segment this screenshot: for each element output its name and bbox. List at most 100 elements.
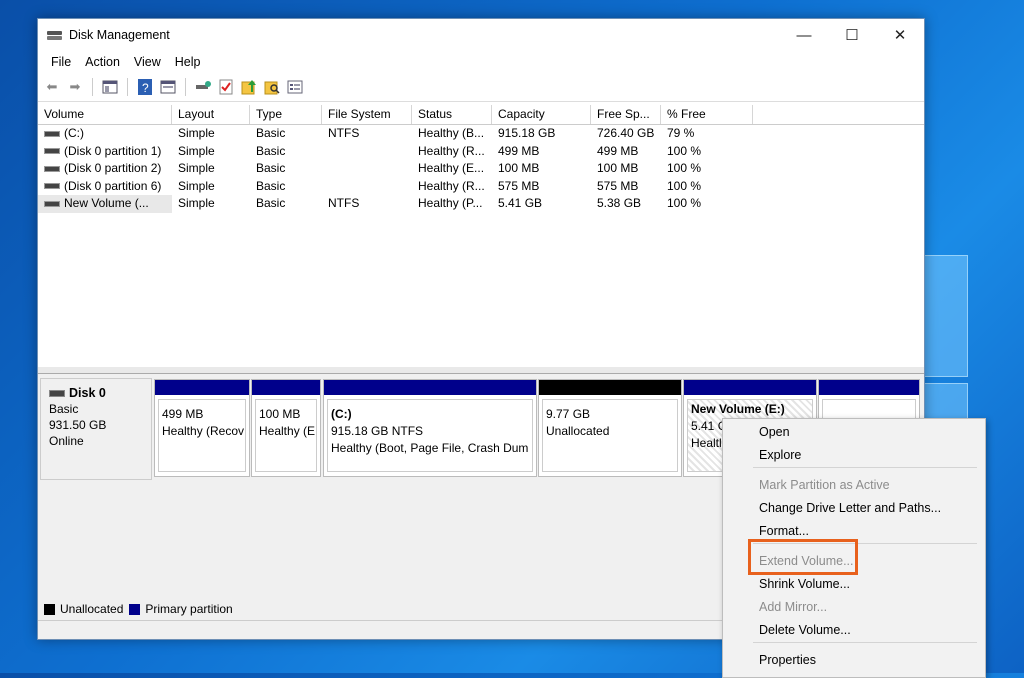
svg-text:?: ? bbox=[142, 81, 149, 95]
table-row[interactable]: New Volume (... Simple Basic NTFS Health… bbox=[38, 195, 924, 213]
disk-state: Online bbox=[49, 434, 84, 448]
column-header-capacity[interactable]: Capacity bbox=[492, 105, 591, 124]
volume-list[interactable]: Volume Layout Type File System Status Ca… bbox=[38, 105, 924, 368]
partition-size: 100 MB bbox=[259, 407, 301, 421]
legend-primary-partition: Primary partition bbox=[145, 602, 233, 616]
menu-item-format[interactable]: Format... bbox=[759, 521, 809, 541]
disk-label[interactable]: Disk 0 Basic 931.50 GB Online bbox=[40, 378, 152, 480]
forward-arrow-icon[interactable]: ➡ bbox=[65, 77, 85, 97]
partition-efi[interactable]: 100 MB Healthy (E bbox=[251, 379, 321, 477]
menu-item-open[interactable]: Open bbox=[759, 422, 790, 442]
primary-partition-swatch bbox=[129, 603, 141, 615]
help-icon[interactable]: ? bbox=[135, 77, 155, 97]
cell-capacity: 100 MB bbox=[498, 161, 540, 175]
cell-volume: New Volume (... bbox=[64, 196, 149, 210]
properties-view-icon[interactable] bbox=[158, 77, 178, 97]
legend-unallocated: Unallocated bbox=[60, 602, 124, 616]
cell-file-system bbox=[322, 143, 412, 161]
table-row[interactable]: (C:) Simple Basic NTFS Healthy (B... 915… bbox=[38, 125, 924, 143]
cell-percent-free: 100 % bbox=[667, 143, 702, 158]
pane-splitter[interactable] bbox=[38, 367, 924, 374]
partition-bar bbox=[539, 380, 681, 395]
toolbar: ⬅ ➡ ? bbox=[38, 73, 924, 102]
list-view-icon[interactable] bbox=[285, 77, 305, 97]
column-header-free-space[interactable]: Free Sp... bbox=[591, 105, 661, 124]
column-header-type[interactable]: Type bbox=[250, 105, 322, 124]
menu-item-properties[interactable]: Properties bbox=[759, 650, 816, 670]
table-row[interactable]: (Disk 0 partition 2) Simple Basic Health… bbox=[38, 160, 924, 178]
table-row[interactable]: (Disk 0 partition 1) Simple Basic Health… bbox=[38, 143, 924, 161]
partition-size: 499 MB bbox=[162, 407, 204, 421]
menu-separator bbox=[753, 467, 977, 468]
partition-title: (C:) bbox=[331, 407, 352, 421]
partition-bar bbox=[155, 380, 249, 395]
back-arrow-icon[interactable]: ⬅ bbox=[42, 77, 62, 97]
column-header-file-system[interactable]: File System bbox=[322, 105, 412, 124]
context-menu: Open Explore Mark Partition as Active Ch… bbox=[722, 418, 986, 678]
column-header-status[interactable]: Status bbox=[412, 105, 492, 124]
cell-capacity: 915.18 GB bbox=[498, 126, 556, 140]
disk-size: 931.50 GB bbox=[49, 418, 107, 432]
cell-layout: Simple bbox=[178, 178, 215, 193]
folder-up-icon[interactable] bbox=[239, 77, 259, 97]
menu-separator bbox=[753, 642, 977, 643]
show-hide-console-tree-icon[interactable] bbox=[100, 77, 120, 97]
partition-title: New Volume (E:) bbox=[691, 402, 785, 416]
partition-unallocated[interactable]: 9.77 GB Unallocated bbox=[538, 379, 682, 477]
menu-file[interactable]: File bbox=[44, 55, 78, 69]
disk-icon bbox=[49, 390, 65, 398]
cell-layout: Simple bbox=[178, 196, 215, 210]
volume-icon bbox=[44, 148, 60, 155]
volume-icon bbox=[44, 130, 60, 137]
disk-type: Basic bbox=[49, 402, 79, 416]
menu-item-delete-volume[interactable]: Delete Volume... bbox=[759, 620, 851, 640]
cell-capacity: 5.41 GB bbox=[498, 196, 543, 210]
menu-item-change-drive-letter[interactable]: Change Drive Letter and Paths... bbox=[759, 498, 941, 518]
table-row[interactable]: (Disk 0 partition 6) Simple Basic Health… bbox=[38, 178, 924, 196]
menu-item-add-mirror: Add Mirror... bbox=[759, 600, 828, 614]
partition-status: Healthy (Recov bbox=[162, 424, 245, 438]
connect-icon[interactable] bbox=[193, 77, 213, 97]
volume-icon bbox=[44, 183, 60, 190]
column-header-volume[interactable]: Volume bbox=[38, 105, 172, 124]
column-header-percent-free[interactable]: % Free bbox=[661, 105, 753, 124]
column-header-layout[interactable]: Layout bbox=[172, 105, 250, 124]
menu-view[interactable]: View bbox=[127, 55, 168, 69]
unallocated-swatch bbox=[44, 603, 55, 615]
checklist-icon[interactable] bbox=[216, 77, 236, 97]
cell-free-space: 100 MB bbox=[597, 161, 639, 175]
cell-volume: (Disk 0 partition 2) bbox=[64, 161, 162, 175]
partition-bar bbox=[324, 380, 536, 395]
partition-size: 9.77 GB bbox=[546, 407, 591, 421]
title-bar[interactable]: Disk Management — ☐ ✕ bbox=[38, 19, 924, 51]
minimize-button[interactable]: — bbox=[780, 19, 828, 51]
disk-name: Disk 0 bbox=[69, 386, 106, 400]
menu-action[interactable]: Action bbox=[78, 55, 127, 69]
maximize-button[interactable]: ☐ bbox=[828, 19, 876, 51]
search-folder-icon[interactable] bbox=[262, 77, 282, 97]
cell-type: Basic bbox=[256, 178, 286, 193]
partition-c-drive[interactable]: (C:) 915.18 GB NTFS Healthy (Boot, Page … bbox=[323, 379, 537, 477]
partition-status: Healthy (Boot, Page File, Crash Dum bbox=[331, 441, 529, 455]
window-title: Disk Management bbox=[69, 28, 170, 42]
cell-status: Healthy (P... bbox=[418, 196, 483, 210]
cell-volume: (Disk 0 partition 1) bbox=[64, 143, 162, 158]
cell-file-system: NTFS bbox=[328, 196, 360, 210]
partition-size: 915.18 GB NTFS bbox=[331, 424, 424, 438]
menu-item-shrink-volume[interactable]: Shrink Volume... bbox=[759, 574, 850, 594]
partition-recovery[interactable]: 499 MB Healthy (Recov bbox=[154, 379, 250, 477]
menu-item-explore[interactable]: Explore bbox=[759, 445, 801, 465]
partition-bar bbox=[252, 380, 320, 395]
cell-layout: Simple bbox=[178, 126, 215, 140]
cell-type: Basic bbox=[256, 126, 286, 140]
close-button[interactable]: ✕ bbox=[876, 19, 924, 51]
partition-status: Unallocated bbox=[546, 424, 610, 438]
cell-type: Basic bbox=[256, 161, 286, 175]
cell-free-space: 499 MB bbox=[597, 143, 639, 158]
cell-file-system bbox=[322, 160, 412, 178]
cell-free-space: 575 MB bbox=[597, 178, 639, 193]
cell-free-space: 726.40 GB bbox=[597, 126, 655, 140]
volume-list-header: Volume Layout Type File System Status Ca… bbox=[38, 105, 924, 125]
menu-help[interactable]: Help bbox=[168, 55, 208, 69]
cell-percent-free: 100 % bbox=[667, 178, 702, 193]
